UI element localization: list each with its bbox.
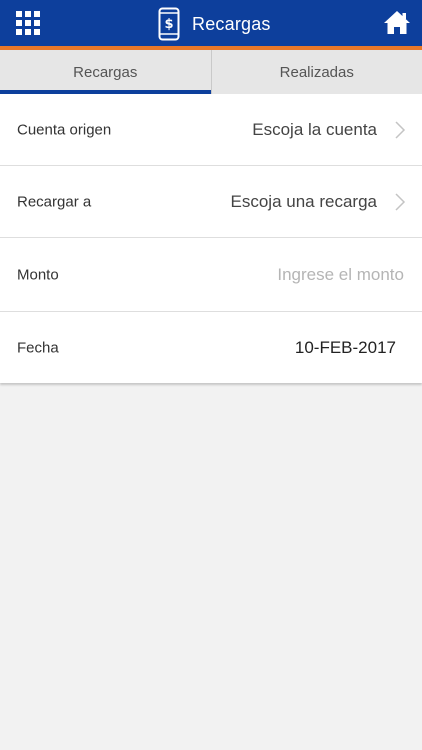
recharge-form: Cuenta origen Escoja la cuenta Recargar … — [0, 94, 422, 383]
monto-row[interactable]: Monto Ingrese el monto — [0, 238, 422, 312]
tab-realizadas[interactable]: Realizadas — [210, 50, 422, 94]
recargar-a-label: Recargar a — [17, 193, 92, 210]
tab-bar: Recargas Realizadas — [0, 50, 422, 94]
recargar-a-row[interactable]: Recargar a Escoja una recarga — [0, 166, 422, 238]
recargar-a-value[interactable]: Escoja una recarga — [231, 192, 377, 212]
fecha-row: Fecha 10-FEB-2017 — [0, 312, 422, 383]
grid-menu-icon[interactable] — [16, 11, 42, 37]
fecha-value[interactable]: 10-FEB-2017 — [295, 338, 396, 358]
chevron-right-icon — [395, 120, 406, 139]
fecha-label: Fecha — [17, 339, 59, 356]
page-title: Recargas — [192, 13, 271, 34]
tab-recargas[interactable]: Recargas — [0, 50, 211, 94]
cuenta-origen-value[interactable]: Escoja la cuenta — [252, 120, 377, 140]
phone-dollar-icon: $ — [158, 7, 180, 41]
cuenta-origen-row[interactable]: Cuenta origen Escoja la cuenta — [0, 94, 422, 166]
header-title-group: $ Recargas — [158, 6, 271, 42]
cuenta-origen-label: Cuenta origen — [17, 121, 112, 138]
chevron-right-icon — [395, 192, 406, 211]
monto-input[interactable]: Ingrese el monto — [277, 265, 404, 285]
svg-text:$: $ — [164, 17, 173, 32]
app-header: $ Recargas — [0, 0, 422, 50]
monto-label: Monto — [17, 266, 59, 283]
home-icon[interactable] — [383, 9, 411, 35]
